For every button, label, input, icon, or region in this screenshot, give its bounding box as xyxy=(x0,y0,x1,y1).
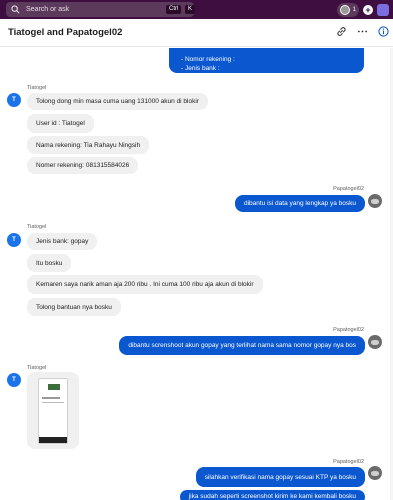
search-icon xyxy=(11,5,20,14)
message-incoming: Itu bosku xyxy=(27,254,72,272)
shortcut-ctrl: Ctrl xyxy=(166,5,182,14)
plus-icon[interactable]: + xyxy=(363,4,373,15)
message-incoming: Nama rekening: Tia Rahayu Ningsih xyxy=(27,136,150,154)
collaborator-count: 1 xyxy=(352,6,356,13)
avatar[interactable]: T xyxy=(7,93,21,107)
message-incoming: Kemaren saya narik aman aja 200 ribu . I… xyxy=(27,275,263,294)
sender-name: Papatogel02 xyxy=(333,459,364,465)
sender-name: Papatogel02 xyxy=(333,186,364,192)
avatar[interactable] xyxy=(368,194,382,208)
avatar[interactable] xyxy=(368,335,382,349)
user-avatar[interactable] xyxy=(377,3,389,16)
top-bar: Search or ask Ctrl K 1 + xyxy=(0,0,393,19)
avatar[interactable]: T xyxy=(7,373,21,387)
message-outgoing: jika sudah seperti screenshot kirim ke k… xyxy=(179,490,365,500)
message-outgoing: silahkan verifikasi nama gopay sesuai KT… xyxy=(195,467,365,487)
collaborator-avatar xyxy=(339,4,350,15)
more-icon[interactable] xyxy=(357,26,368,37)
message-outgoing: - Nomor rekening : - Jenis bank : xyxy=(169,48,364,73)
message-incoming: Tolong bantuan nya bosku xyxy=(27,298,121,316)
message-outgoing: dibantu isi data yang lengkap ya bosku xyxy=(234,195,365,212)
avatar[interactable]: T xyxy=(7,233,21,247)
message-incoming: Tolong dong min masa cuma uang 131000 ak… xyxy=(27,93,208,110)
shortcut-k: K xyxy=(185,5,196,14)
sender-name: Tiatogel xyxy=(27,85,47,91)
avatar[interactable] xyxy=(368,466,382,480)
screenshot-thumbnail xyxy=(38,378,68,444)
message-incoming: Jenis bank: gopay xyxy=(27,233,98,250)
message-text: - Jenis bank : xyxy=(181,65,220,72)
link-icon[interactable] xyxy=(336,26,347,37)
conversation-header: Tiatogel and Papatogel02 xyxy=(0,19,393,47)
conversation-title: Tiatogel and Papatogel02 xyxy=(8,27,123,38)
sender-name: Tiatogel xyxy=(27,365,47,371)
sender-name: Tiatogel xyxy=(27,224,47,230)
message-incoming: Nomer rekening: 081315584026 xyxy=(27,157,139,174)
collaborators[interactable]: 1 xyxy=(336,2,359,17)
message-list: - Nomor rekening : - Jenis bank : Tiatog… xyxy=(0,48,393,500)
message-text: - Nomor rekening : xyxy=(181,56,235,63)
message-outgoing: dibantu screnshoot akun gopay yang terli… xyxy=(119,336,365,355)
info-icon[interactable] xyxy=(378,26,389,37)
sender-name: Papatogel02 xyxy=(333,327,364,333)
image-attachment[interactable] xyxy=(27,372,79,449)
search-placeholder: Search or ask xyxy=(26,6,70,13)
search-bar[interactable]: Search or ask Ctrl K xyxy=(6,2,196,17)
message-incoming: User id : Tiatogel xyxy=(27,114,94,133)
